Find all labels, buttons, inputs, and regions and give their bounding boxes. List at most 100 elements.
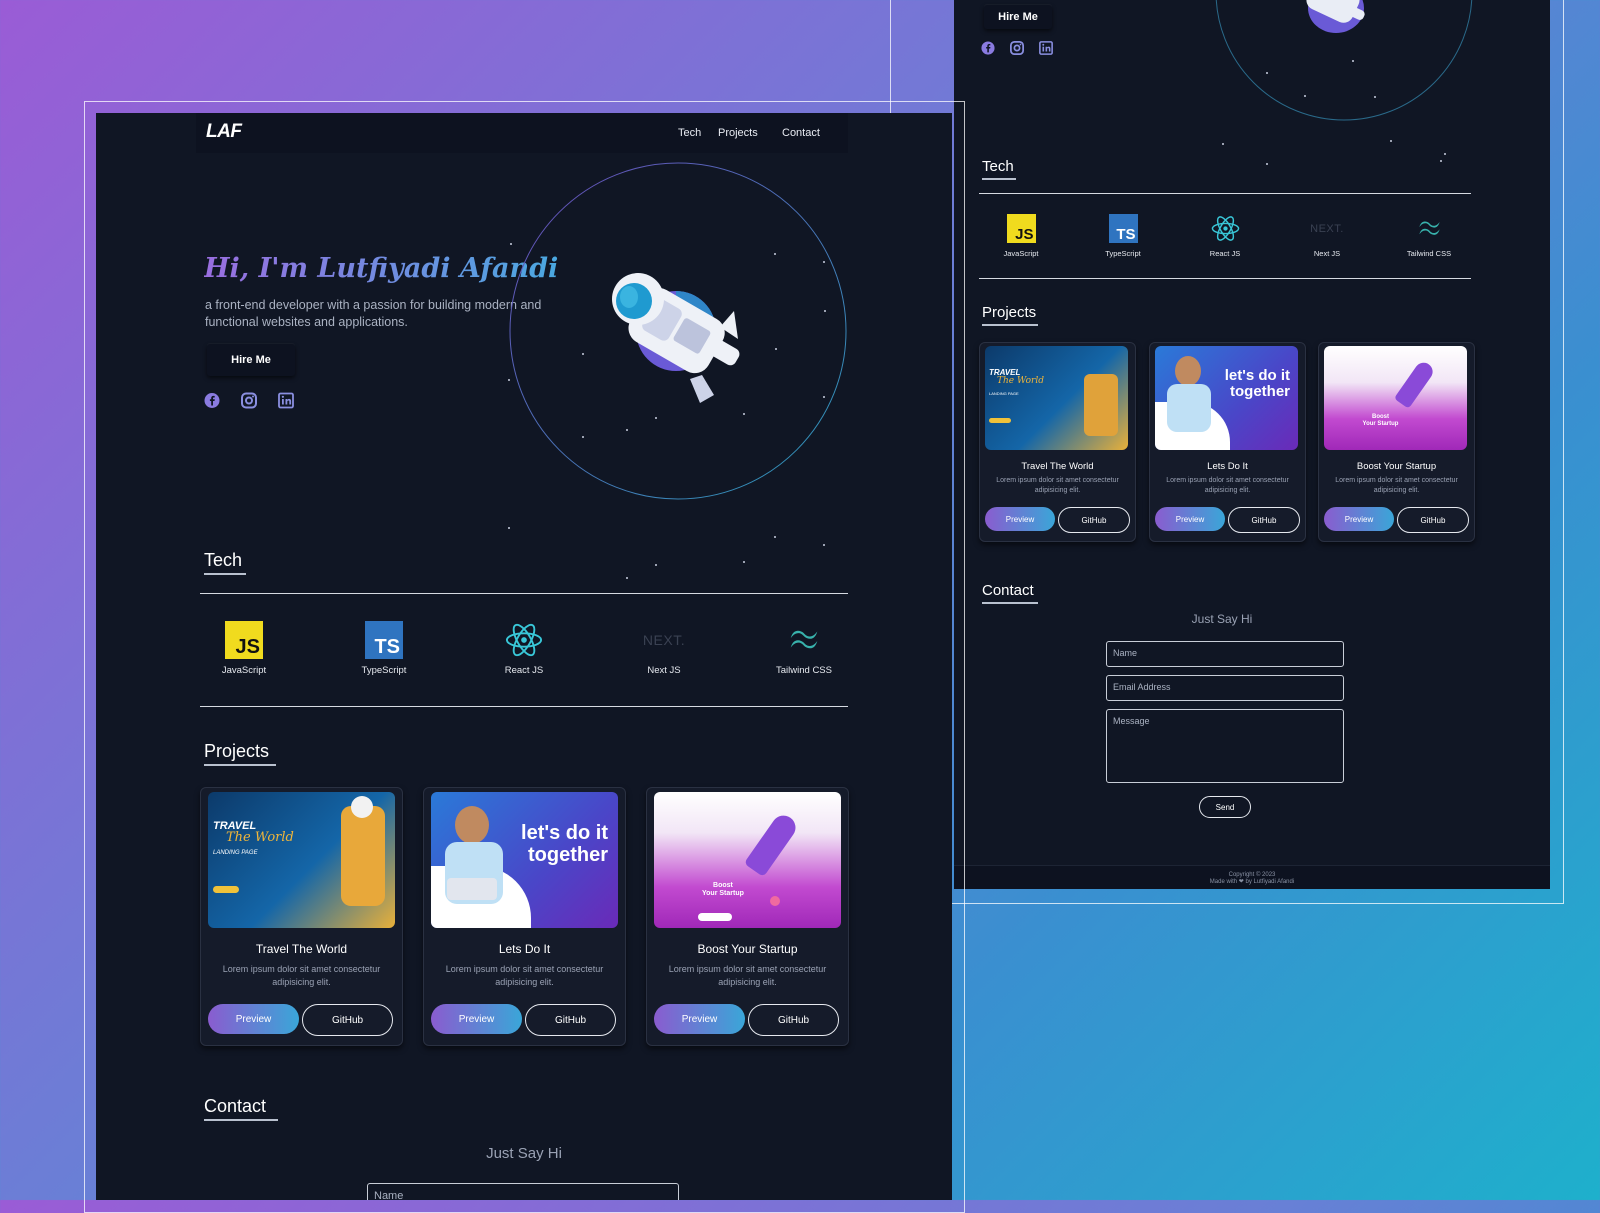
- project-card: let's do it together Lets Do It Lorem ips…: [1149, 342, 1306, 542]
- tech-item-nextjs: NEXT. Next JS: [632, 621, 696, 676]
- thumb-line: together: [1230, 383, 1290, 400]
- desc-line: adipisicing elit.: [1204, 487, 1251, 494]
- project-thumbnail: Boost Your Startup: [654, 792, 841, 928]
- desc-line: adipisicing elit.: [272, 977, 331, 987]
- github-button[interactable]: GitHub: [1397, 507, 1469, 533]
- astronaut-illustration: [1306, 0, 1365, 33]
- thumb-person: [1167, 384, 1211, 432]
- desc-line: adipisicing elit.: [1373, 487, 1420, 494]
- email-field[interactable]: Email Address: [1106, 675, 1344, 701]
- react-icon: [1211, 216, 1239, 241]
- thumb-person: [341, 806, 385, 906]
- nav-link-projects[interactable]: Projects: [718, 127, 758, 139]
- desc-line: Lorem ipsum dolor sit amet consectetur: [668, 964, 827, 974]
- thumb-text: LANDING PAGE: [213, 850, 258, 856]
- github-button[interactable]: GitHub: [748, 1004, 839, 1036]
- github-button[interactable]: GitHub: [1058, 507, 1130, 533]
- thumb-line: Boost: [1372, 414, 1389, 420]
- thumb-person: [1084, 374, 1118, 436]
- tech-item-tailwind: Tailwind CSS: [772, 621, 836, 676]
- tech-label: Tailwind CSS: [776, 665, 832, 676]
- nav-link-tech[interactable]: Tech: [678, 127, 701, 139]
- tech-item-react: React JS: [492, 621, 556, 676]
- thumb-text: The World: [997, 376, 1044, 386]
- github-button[interactable]: GitHub: [302, 1004, 393, 1036]
- tech-item-javascript: JS JavaScript: [212, 621, 276, 676]
- preview-button[interactable]: Preview: [1155, 507, 1225, 531]
- social-links: [980, 40, 1054, 56]
- footer-credit: Made with ❤ by Lutfiyadi Afandi: [1209, 879, 1295, 885]
- hire-me-button[interactable]: Hire Me: [207, 344, 295, 376]
- thumb-text: let's do it together: [1225, 368, 1290, 400]
- projects-title-underline: [982, 324, 1038, 326]
- tech-title-underline: [982, 178, 1016, 180]
- preview-button[interactable]: Preview: [208, 1004, 299, 1034]
- nextjs-icon: NEXT.: [642, 632, 686, 648]
- thumb-rocket: [743, 810, 801, 878]
- desc-line: adipisicing elit.: [718, 977, 777, 987]
- desc-line: Lorem ipsum dolor sit amet consectetur: [1335, 477, 1458, 484]
- preview-button[interactable]: Preview: [1324, 507, 1394, 531]
- thumb-button: [213, 886, 239, 893]
- preview-button[interactable]: Preview: [654, 1004, 745, 1034]
- project-card: TRAVEL The World LANDING PAGE Travel The…: [200, 787, 403, 1046]
- tech-label: JavaScript: [1003, 249, 1039, 258]
- name-field[interactable]: Name: [367, 1183, 679, 1200]
- thumb-button: [989, 418, 1011, 423]
- site-logo[interactable]: LAF: [206, 121, 242, 143]
- tech-item-typescript: TS TypeScript: [1093, 214, 1153, 258]
- project-title: Travel The World: [1021, 461, 1094, 472]
- tech-top-divider: [200, 593, 848, 594]
- project-thumbnail: TRAVEL The World LANDING PAGE: [985, 346, 1128, 450]
- thumb-line: let's do it: [521, 822, 608, 844]
- project-thumbnail: let's do it together: [1155, 346, 1298, 450]
- thumb-text: Boost Your Startup: [702, 882, 744, 898]
- facebook-icon[interactable]: [980, 40, 996, 56]
- hire-me-label: Hire Me: [998, 11, 1038, 23]
- thumb-line: let's do it: [1224, 367, 1290, 384]
- name-field[interactable]: Name: [1106, 641, 1344, 667]
- facebook-icon[interactable]: [204, 392, 220, 408]
- tech-label: React JS: [504, 665, 544, 676]
- js-icon: JS: [1006, 214, 1036, 243]
- github-button[interactable]: GitHub: [525, 1004, 616, 1036]
- tech-label: Tailwind CSS: [1406, 249, 1452, 258]
- project-card: Boost Your Startup Boost Your Startup Lor…: [646, 787, 849, 1046]
- instagram-icon[interactable]: [241, 392, 257, 408]
- ts-icon: TS: [365, 621, 403, 659]
- tech-label: Next JS: [647, 665, 681, 676]
- projects-title-underline: [204, 764, 276, 766]
- tech-label: TypeScript: [1105, 249, 1141, 258]
- thumb-text: LANDING PAGE: [989, 391, 1019, 396]
- nav-link-contact[interactable]: Contact: [782, 127, 820, 139]
- contact-section-title: Contact: [204, 1096, 267, 1116]
- tech-item-javascript: JS JavaScript: [991, 214, 1051, 258]
- preview-button[interactable]: Preview: [431, 1004, 522, 1034]
- tech-title-underline: [204, 573, 246, 575]
- thumb-line: Your Startup: [702, 890, 744, 897]
- send-button[interactable]: Send: [1199, 796, 1251, 818]
- ts-badge-text: TS: [374, 636, 400, 658]
- project-card: TRAVEL The World LANDING PAGE Travel The…: [979, 342, 1136, 542]
- message-field[interactable]: Message: [1106, 709, 1344, 783]
- project-title: Boost Your Startup: [1356, 461, 1437, 472]
- astronaut-illustration: [612, 273, 740, 403]
- tech-item-tailwind: Tailwind CSS: [1399, 214, 1459, 258]
- tech-section-title: Tech: [204, 550, 243, 570]
- linkedin-icon[interactable]: [278, 392, 294, 408]
- js-badge-text: JS: [235, 636, 260, 658]
- instagram-icon[interactable]: [1009, 40, 1025, 56]
- linkedin-icon[interactable]: [1038, 40, 1054, 56]
- project-title: Lets Do It: [498, 942, 551, 956]
- project-thumbnail: TRAVEL The World LANDING PAGE: [208, 792, 395, 928]
- projects-section-title: Projects: [982, 304, 1037, 321]
- hire-me-button[interactable]: Hire Me: [984, 5, 1052, 29]
- thumb-line: Your Startup: [1362, 421, 1399, 427]
- thumb-text: let's do it together: [521, 822, 608, 866]
- project-thumbnail: let's do it together: [431, 792, 618, 928]
- hire-me-label: Hire Me: [231, 354, 271, 366]
- ts-icon: TS: [1108, 214, 1138, 243]
- github-button[interactable]: GitHub: [1228, 507, 1300, 533]
- preview-button[interactable]: Preview: [985, 507, 1055, 531]
- project-description: Lorem ipsum dolor sit amet consectetur ad…: [432, 963, 617, 989]
